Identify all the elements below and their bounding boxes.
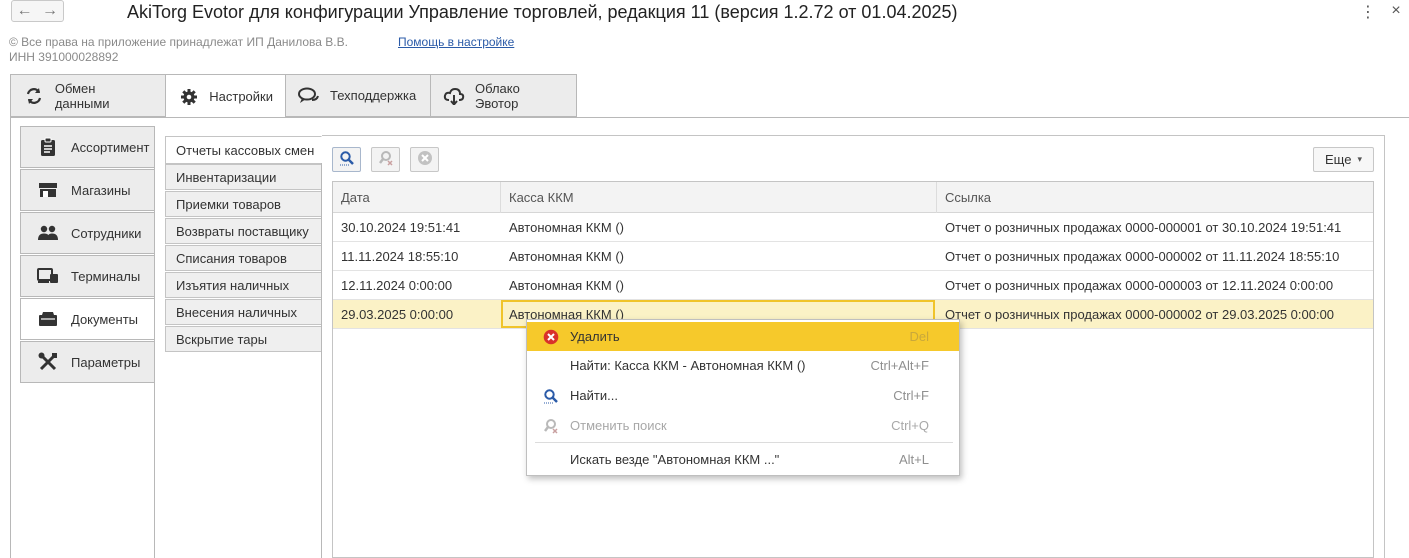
doc-type-cash-withdrawals[interactable]: Изъятия наличных — [165, 272, 322, 298]
tab-label: Облако Эвотор — [475, 80, 520, 111]
menu-item-find-by-value[interactable]: Найти: Касса ККМ - Автономная ККМ () Ctr… — [527, 351, 959, 380]
menu-item-shortcut: Alt+L — [899, 452, 929, 467]
cell-link: Отчет о розничных продажах 0000-000003 о… — [945, 277, 1334, 293]
store-icon — [37, 179, 59, 201]
cell-kkm: Автономная ККМ () — [509, 277, 624, 293]
clipboard-icon — [37, 136, 59, 158]
more-button-label: Еще — [1325, 152, 1352, 167]
menu-item-shortcut: Del — [909, 329, 929, 344]
menu-item-shortcut: Ctrl+F — [893, 388, 929, 403]
tab-support[interactable]: Техподдержка — [286, 74, 431, 117]
chevron-down-icon: ▾ — [1357, 154, 1362, 164]
side-tab-label: Магазины — [71, 182, 131, 198]
side-tab-stores[interactable]: Магазины — [20, 169, 155, 211]
close-icon[interactable]: × — [1388, 2, 1404, 20]
top-tab-bar: Обмен данными Настройки Техподдержка Обл… — [10, 74, 577, 119]
column-header-link[interactable]: Ссылка — [937, 182, 1373, 213]
menu-item-label: Найти... — [570, 388, 618, 403]
tab-evotor-cloud[interactable]: Облако Эвотор — [431, 74, 577, 117]
more-menu-icon[interactable]: ⋮ — [1360, 2, 1376, 21]
side-tab-label: Параметры — [71, 354, 141, 370]
tools-icon — [37, 351, 59, 373]
back-button[interactable]: ← — [11, 0, 38, 22]
cell-date: 12.11.2024 0:00:00 — [341, 277, 453, 293]
doc-type-shift-reports[interactable]: Отчеты кассовых смен — [165, 136, 322, 164]
menu-item-label: Удалить — [570, 329, 620, 344]
side-tab-label: Документы — [71, 311, 139, 327]
arrow-left-icon: ← — [16, 2, 33, 19]
side-tabs-divider — [154, 127, 155, 558]
side-tab-terminals[interactable]: Терминалы — [20, 255, 155, 297]
doc-type-receipts[interactable]: Приемки товаров — [165, 191, 322, 217]
menu-item-search-everywhere[interactable]: Искать везде "Автономная ККМ ..." Alt+L — [527, 445, 959, 474]
cancel-search-button[interactable] — [371, 147, 400, 172]
window-title: AkiTorg Evotor для конфигурации Управлен… — [127, 2, 958, 22]
tab-settings[interactable]: Настройки — [166, 74, 286, 119]
search-icon — [542, 387, 560, 405]
doc-type-write-offs[interactable]: Списания товаров — [165, 245, 322, 271]
table-row[interactable]: 12.11.2024 0:00:00 Автономная ККМ () Отч… — [333, 271, 1373, 300]
side-tab-documents[interactable]: Документы — [20, 298, 155, 340]
context-menu: Удалить Del Найти: Касса ККМ - Автономна… — [526, 319, 960, 476]
menu-item-shortcut: Ctrl+Q — [891, 418, 929, 433]
terminal-icon — [37, 265, 59, 287]
search-cancel-icon — [542, 417, 560, 435]
menu-item-label: Отменить поиск — [570, 418, 667, 433]
inn-text: ИНН 391000028892 — [9, 50, 119, 64]
column-header-date[interactable]: Дата — [333, 182, 501, 213]
side-tab-assortment[interactable]: Ассортимент — [20, 126, 155, 168]
gear-icon — [178, 86, 199, 108]
more-button[interactable]: Еще ▾ — [1313, 147, 1374, 172]
doc-type-cash-deposits[interactable]: Внесения наличных — [165, 299, 322, 325]
cell-kkm: Автономная ККМ () — [509, 248, 624, 264]
menu-item-find[interactable]: Найти... Ctrl+F — [527, 381, 959, 410]
search-icon — [339, 150, 355, 169]
cell-date: 11.11.2024 18:55:10 — [341, 248, 459, 264]
menu-item-label: Найти: Касса ККМ - Автономная ККМ () — [570, 358, 806, 373]
cell-link: Отчет о розничных продажах 0000-000001 о… — [945, 219, 1342, 235]
cell-date: 29.03.2025 0:00:00 — [341, 306, 454, 322]
arrow-right-icon: → — [42, 2, 58, 19]
doc-type-container-opening[interactable]: Вскрытие тары — [165, 326, 322, 352]
folder-icon — [37, 308, 59, 330]
cell-link: Отчет о розничных продажах 0000-000002 о… — [945, 306, 1335, 322]
tab-label: Настройки — [209, 89, 273, 104]
sync-icon — [23, 85, 45, 107]
cell-date: 30.10.2024 19:51:41 — [341, 219, 461, 235]
search-cancel-icon — [378, 150, 394, 169]
side-tab-label: Терминалы — [71, 268, 141, 284]
menu-item-label: Искать везде "Автономная ККМ ..." — [570, 452, 780, 467]
column-header-kkm[interactable]: Касса ККМ — [501, 182, 937, 213]
side-tab-parameters[interactable]: Параметры — [20, 341, 155, 383]
menu-item-delete[interactable]: Удалить Del — [527, 322, 959, 351]
copyright-text: © Все права на приложение принадлежат ИП… — [9, 35, 348, 49]
table-row[interactable]: 30.10.2024 19:51:41 Автономная ККМ () От… — [333, 213, 1373, 242]
side-tab-label: Ассортимент — [71, 139, 150, 155]
table-header: Дата Касса ККМ Ссылка — [333, 182, 1373, 213]
help-link[interactable]: Помощь в настройке — [398, 35, 514, 49]
clear-button[interactable] — [410, 147, 439, 172]
menu-separator — [535, 442, 953, 443]
doc-type-inventory[interactable]: Инвентаризации — [165, 164, 322, 190]
cell-kkm: Автономная ККМ () — [509, 219, 624, 235]
tab-label: Обмен данными — [54, 80, 110, 111]
people-icon — [37, 222, 59, 244]
cell-link: Отчет о розничных продажах 0000-000002 о… — [945, 248, 1340, 264]
menu-item-cancel-search[interactable]: Отменить поиск Ctrl+Q — [527, 411, 959, 440]
chat-icon — [298, 85, 320, 107]
cloud-icon — [443, 85, 465, 107]
table-row[interactable]: 11.11.2024 18:55:10 Автономная ККМ () От… — [333, 242, 1373, 271]
doc-type-supplier-returns[interactable]: Возвраты поставщику — [165, 218, 322, 244]
clear-icon — [417, 150, 433, 169]
tab-data-exchange[interactable]: Обмен данными — [10, 74, 166, 117]
find-button[interactable] — [332, 147, 361, 172]
tab-label: Техподдержка — [330, 88, 417, 103]
side-tab-label: Сотрудники — [71, 225, 142, 241]
side-tab-employees[interactable]: Сотрудники — [20, 212, 155, 254]
delete-icon — [542, 328, 560, 346]
forward-button[interactable]: → — [37, 0, 64, 22]
menu-item-shortcut: Ctrl+Alt+F — [870, 358, 929, 373]
